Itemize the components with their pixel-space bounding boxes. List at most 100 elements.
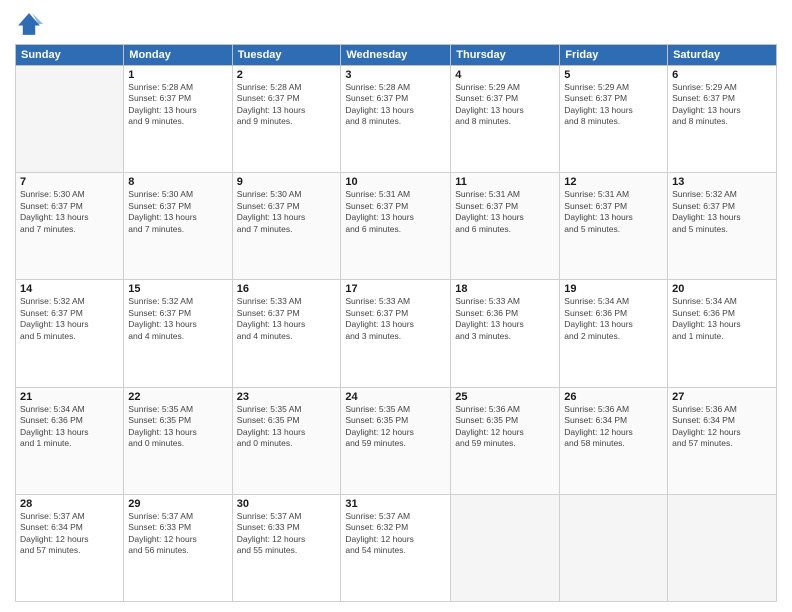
calendar-cell: 2Sunrise: 5:28 AM Sunset: 6:37 PM Daylig… — [232, 66, 341, 173]
calendar-cell: 28Sunrise: 5:37 AM Sunset: 6:34 PM Dayli… — [16, 494, 124, 601]
day-info: Sunrise: 5:30 AM Sunset: 6:37 PM Dayligh… — [237, 189, 337, 235]
day-info: Sunrise: 5:34 AM Sunset: 6:36 PM Dayligh… — [564, 296, 663, 342]
calendar-cell: 22Sunrise: 5:35 AM Sunset: 6:35 PM Dayli… — [124, 387, 232, 494]
day-number: 1 — [128, 69, 227, 81]
day-info: Sunrise: 5:28 AM Sunset: 6:37 PM Dayligh… — [237, 82, 337, 128]
calendar-cell: 25Sunrise: 5:36 AM Sunset: 6:35 PM Dayli… — [451, 387, 560, 494]
calendar-cell: 19Sunrise: 5:34 AM Sunset: 6:36 PM Dayli… — [560, 280, 668, 387]
day-info: Sunrise: 5:31 AM Sunset: 6:37 PM Dayligh… — [345, 189, 446, 235]
calendar-week-4: 21Sunrise: 5:34 AM Sunset: 6:36 PM Dayli… — [16, 387, 777, 494]
day-info: Sunrise: 5:28 AM Sunset: 6:37 PM Dayligh… — [345, 82, 446, 128]
day-number: 25 — [455, 391, 555, 403]
calendar-week-1: 1Sunrise: 5:28 AM Sunset: 6:37 PM Daylig… — [16, 66, 777, 173]
calendar-cell: 5Sunrise: 5:29 AM Sunset: 6:37 PM Daylig… — [560, 66, 668, 173]
day-info: Sunrise: 5:32 AM Sunset: 6:37 PM Dayligh… — [672, 189, 772, 235]
calendar-cell: 24Sunrise: 5:35 AM Sunset: 6:35 PM Dayli… — [341, 387, 451, 494]
day-info: Sunrise: 5:34 AM Sunset: 6:36 PM Dayligh… — [672, 296, 772, 342]
day-number: 21 — [20, 391, 119, 403]
calendar-cell: 27Sunrise: 5:36 AM Sunset: 6:34 PM Dayli… — [668, 387, 777, 494]
day-number: 2 — [237, 69, 337, 81]
calendar-cell: 26Sunrise: 5:36 AM Sunset: 6:34 PM Dayli… — [560, 387, 668, 494]
calendar-week-3: 14Sunrise: 5:32 AM Sunset: 6:37 PM Dayli… — [16, 280, 777, 387]
calendar-header-tuesday: Tuesday — [232, 45, 341, 66]
calendar-cell: 12Sunrise: 5:31 AM Sunset: 6:37 PM Dayli… — [560, 173, 668, 280]
day-number: 20 — [672, 283, 772, 295]
day-info: Sunrise: 5:30 AM Sunset: 6:37 PM Dayligh… — [20, 189, 119, 235]
day-number: 30 — [237, 498, 337, 510]
calendar-cell: 4Sunrise: 5:29 AM Sunset: 6:37 PM Daylig… — [451, 66, 560, 173]
calendar-header-wednesday: Wednesday — [341, 45, 451, 66]
calendar-header-monday: Monday — [124, 45, 232, 66]
day-number: 14 — [20, 283, 119, 295]
calendar-header-friday: Friday — [560, 45, 668, 66]
calendar-cell — [668, 494, 777, 601]
header — [15, 10, 777, 38]
calendar-cell: 3Sunrise: 5:28 AM Sunset: 6:37 PM Daylig… — [341, 66, 451, 173]
day-info: Sunrise: 5:34 AM Sunset: 6:36 PM Dayligh… — [20, 404, 119, 450]
calendar-cell: 8Sunrise: 5:30 AM Sunset: 6:37 PM Daylig… — [124, 173, 232, 280]
day-number: 12 — [564, 176, 663, 188]
calendar-header-saturday: Saturday — [668, 45, 777, 66]
day-number: 7 — [20, 176, 119, 188]
calendar-week-2: 7Sunrise: 5:30 AM Sunset: 6:37 PM Daylig… — [16, 173, 777, 280]
day-number: 18 — [455, 283, 555, 295]
day-number: 19 — [564, 283, 663, 295]
calendar-cell: 23Sunrise: 5:35 AM Sunset: 6:35 PM Dayli… — [232, 387, 341, 494]
day-info: Sunrise: 5:32 AM Sunset: 6:37 PM Dayligh… — [128, 296, 227, 342]
day-info: Sunrise: 5:35 AM Sunset: 6:35 PM Dayligh… — [237, 404, 337, 450]
day-number: 13 — [672, 176, 772, 188]
day-info: Sunrise: 5:33 AM Sunset: 6:37 PM Dayligh… — [345, 296, 446, 342]
day-number: 23 — [237, 391, 337, 403]
calendar-cell: 1Sunrise: 5:28 AM Sunset: 6:37 PM Daylig… — [124, 66, 232, 173]
logo-icon — [15, 10, 43, 38]
day-number: 27 — [672, 391, 772, 403]
calendar-cell: 6Sunrise: 5:29 AM Sunset: 6:37 PM Daylig… — [668, 66, 777, 173]
day-info: Sunrise: 5:36 AM Sunset: 6:34 PM Dayligh… — [564, 404, 663, 450]
day-info: Sunrise: 5:32 AM Sunset: 6:37 PM Dayligh… — [20, 296, 119, 342]
day-number: 17 — [345, 283, 446, 295]
day-number: 4 — [455, 69, 555, 81]
calendar-cell: 13Sunrise: 5:32 AM Sunset: 6:37 PM Dayli… — [668, 173, 777, 280]
calendar-cell: 17Sunrise: 5:33 AM Sunset: 6:37 PM Dayli… — [341, 280, 451, 387]
day-info: Sunrise: 5:37 AM Sunset: 6:32 PM Dayligh… — [345, 511, 446, 557]
calendar-cell: 29Sunrise: 5:37 AM Sunset: 6:33 PM Dayli… — [124, 494, 232, 601]
calendar-cell: 20Sunrise: 5:34 AM Sunset: 6:36 PM Dayli… — [668, 280, 777, 387]
calendar-cell — [16, 66, 124, 173]
day-info: Sunrise: 5:31 AM Sunset: 6:37 PM Dayligh… — [564, 189, 663, 235]
day-number: 10 — [345, 176, 446, 188]
day-info: Sunrise: 5:37 AM Sunset: 6:33 PM Dayligh… — [128, 511, 227, 557]
day-info: Sunrise: 5:30 AM Sunset: 6:37 PM Dayligh… — [128, 189, 227, 235]
day-number: 31 — [345, 498, 446, 510]
day-info: Sunrise: 5:28 AM Sunset: 6:37 PM Dayligh… — [128, 82, 227, 128]
calendar-header-thursday: Thursday — [451, 45, 560, 66]
calendar-cell: 9Sunrise: 5:30 AM Sunset: 6:37 PM Daylig… — [232, 173, 341, 280]
day-number: 5 — [564, 69, 663, 81]
day-info: Sunrise: 5:33 AM Sunset: 6:37 PM Dayligh… — [237, 296, 337, 342]
day-info: Sunrise: 5:29 AM Sunset: 6:37 PM Dayligh… — [564, 82, 663, 128]
day-info: Sunrise: 5:29 AM Sunset: 6:37 PM Dayligh… — [455, 82, 555, 128]
day-number: 29 — [128, 498, 227, 510]
day-info: Sunrise: 5:37 AM Sunset: 6:34 PM Dayligh… — [20, 511, 119, 557]
calendar-cell: 10Sunrise: 5:31 AM Sunset: 6:37 PM Dayli… — [341, 173, 451, 280]
calendar-cell — [451, 494, 560, 601]
day-number: 28 — [20, 498, 119, 510]
calendar-header-sunday: Sunday — [16, 45, 124, 66]
calendar-cell: 15Sunrise: 5:32 AM Sunset: 6:37 PM Dayli… — [124, 280, 232, 387]
day-number: 6 — [672, 69, 772, 81]
calendar-week-5: 28Sunrise: 5:37 AM Sunset: 6:34 PM Dayli… — [16, 494, 777, 601]
calendar-table: SundayMondayTuesdayWednesdayThursdayFrid… — [15, 44, 777, 602]
day-info: Sunrise: 5:35 AM Sunset: 6:35 PM Dayligh… — [345, 404, 446, 450]
day-number: 3 — [345, 69, 446, 81]
calendar-cell: 11Sunrise: 5:31 AM Sunset: 6:37 PM Dayli… — [451, 173, 560, 280]
calendar-cell: 31Sunrise: 5:37 AM Sunset: 6:32 PM Dayli… — [341, 494, 451, 601]
calendar-cell: 18Sunrise: 5:33 AM Sunset: 6:36 PM Dayli… — [451, 280, 560, 387]
calendar-cell: 16Sunrise: 5:33 AM Sunset: 6:37 PM Dayli… — [232, 280, 341, 387]
day-number: 22 — [128, 391, 227, 403]
day-number: 8 — [128, 176, 227, 188]
logo — [15, 10, 47, 38]
day-number: 16 — [237, 283, 337, 295]
day-info: Sunrise: 5:36 AM Sunset: 6:35 PM Dayligh… — [455, 404, 555, 450]
calendar-cell: 21Sunrise: 5:34 AM Sunset: 6:36 PM Dayli… — [16, 387, 124, 494]
day-info: Sunrise: 5:35 AM Sunset: 6:35 PM Dayligh… — [128, 404, 227, 450]
calendar-cell: 7Sunrise: 5:30 AM Sunset: 6:37 PM Daylig… — [16, 173, 124, 280]
